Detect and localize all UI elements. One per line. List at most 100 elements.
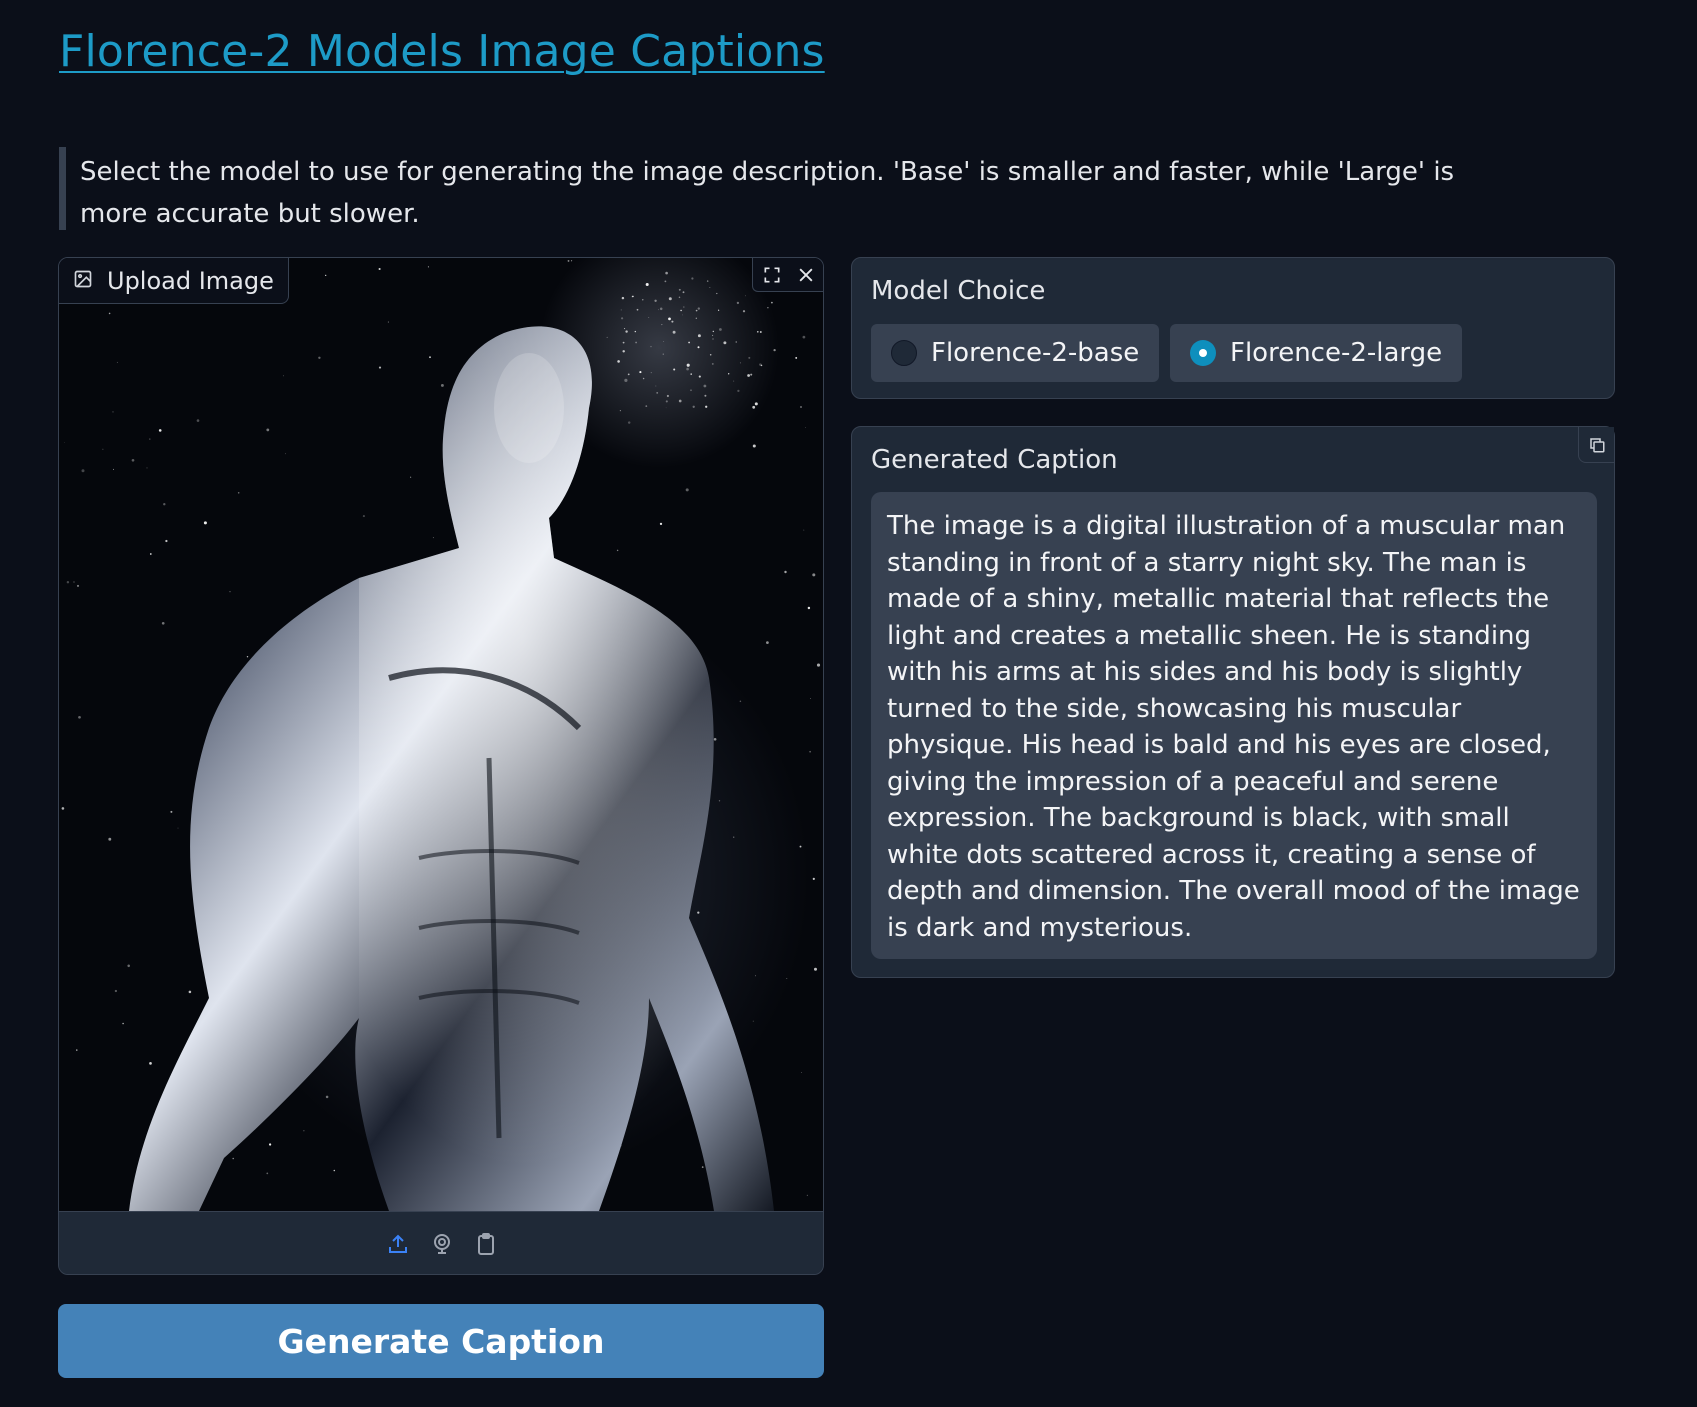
star [802, 335, 806, 339]
star [203, 521, 207, 525]
model-choice-label: Model Choice [871, 276, 1046, 306]
star [691, 277, 694, 280]
star [709, 287, 711, 289]
star [695, 309, 698, 312]
star [325, 274, 327, 277]
star [665, 271, 668, 275]
star [697, 307, 700, 310]
star [807, 606, 811, 610]
close-icon[interactable] [793, 262, 819, 288]
star [706, 280, 709, 282]
star [695, 317, 697, 319]
star [325, 1095, 329, 1099]
star [333, 1169, 336, 1172]
generated-caption-panel: Generated Caption The image is a digital… [851, 426, 1615, 978]
star [759, 363, 762, 366]
star [771, 301, 773, 304]
fullscreen-icon[interactable] [759, 262, 785, 288]
star [620, 309, 622, 311]
star [752, 1020, 754, 1022]
star [809, 750, 811, 753]
description-text: Select the model to use for generating t… [80, 157, 1455, 229]
star [303, 1130, 305, 1132]
radio-checked-icon[interactable] [1190, 340, 1216, 366]
star [429, 356, 431, 359]
star [161, 621, 165, 625]
star [767, 307, 769, 309]
star [170, 810, 173, 813]
caption-textbox[interactable]: The image is a digital illustration of a… [871, 492, 1597, 959]
star [673, 368, 676, 371]
star [268, 1143, 272, 1146]
star [757, 331, 759, 333]
generate-caption-button[interactable]: Generate Caption [58, 1304, 824, 1378]
star [76, 1049, 78, 1051]
star [733, 836, 735, 838]
image-upload-panel[interactable]: Upload Image [58, 257, 824, 1275]
clipboard-icon[interactable] [472, 1230, 500, 1258]
star [232, 1157, 234, 1160]
star [750, 373, 753, 376]
star [672, 330, 676, 334]
star [799, 405, 803, 409]
star [810, 697, 811, 699]
chrome-figure [129, 326, 774, 1211]
star [158, 429, 162, 432]
radio-florence-2-base[interactable]: Florence-2-base [871, 324, 1160, 382]
star [237, 492, 240, 494]
star [634, 330, 637, 333]
radio-unchecked-icon[interactable] [891, 340, 917, 366]
image-label: Upload Image [59, 258, 289, 304]
star [146, 467, 148, 469]
app-page: Florence-2 Models Image Captions Select … [0, 0, 1697, 1407]
star [680, 309, 682, 312]
page-title[interactable]: Florence-2 Models Image Captions [59, 26, 825, 77]
star [387, 321, 389, 323]
star [149, 438, 151, 440]
star [719, 328, 722, 331]
star [733, 380, 735, 382]
star [659, 522, 663, 526]
copy-icon[interactable] [1578, 427, 1614, 463]
star [752, 405, 756, 409]
radio-florence-2-large[interactable]: Florence-2-large [1170, 324, 1463, 382]
star [735, 341, 737, 343]
star [617, 360, 620, 363]
webcam-icon[interactable] [428, 1230, 456, 1258]
image-icon [73, 267, 93, 295]
star [754, 402, 758, 406]
star [773, 348, 776, 352]
star [631, 296, 633, 298]
star [113, 468, 114, 470]
star [799, 845, 802, 848]
star [656, 391, 659, 394]
star [177, 827, 179, 829]
star [102, 448, 104, 450]
star [703, 384, 707, 388]
star [759, 331, 762, 333]
star [650, 372, 652, 374]
star [571, 260, 573, 262]
star [378, 366, 382, 369]
star [619, 410, 621, 412]
star [66, 580, 70, 584]
star [816, 663, 821, 667]
star [266, 1172, 269, 1175]
star [616, 549, 619, 552]
star [131, 458, 135, 462]
star [711, 362, 714, 365]
upload-icon[interactable] [384, 1230, 412, 1258]
figure-illustration [61, 259, 821, 1211]
star [645, 405, 648, 407]
star [648, 317, 650, 318]
star [378, 267, 381, 271]
star [621, 317, 624, 320]
image-toolbar [752, 258, 823, 292]
star [728, 373, 730, 375]
star [655, 385, 657, 387]
star [686, 363, 690, 367]
star [650, 345, 652, 348]
star [627, 373, 630, 376]
star [642, 299, 644, 301]
star [668, 297, 672, 301]
